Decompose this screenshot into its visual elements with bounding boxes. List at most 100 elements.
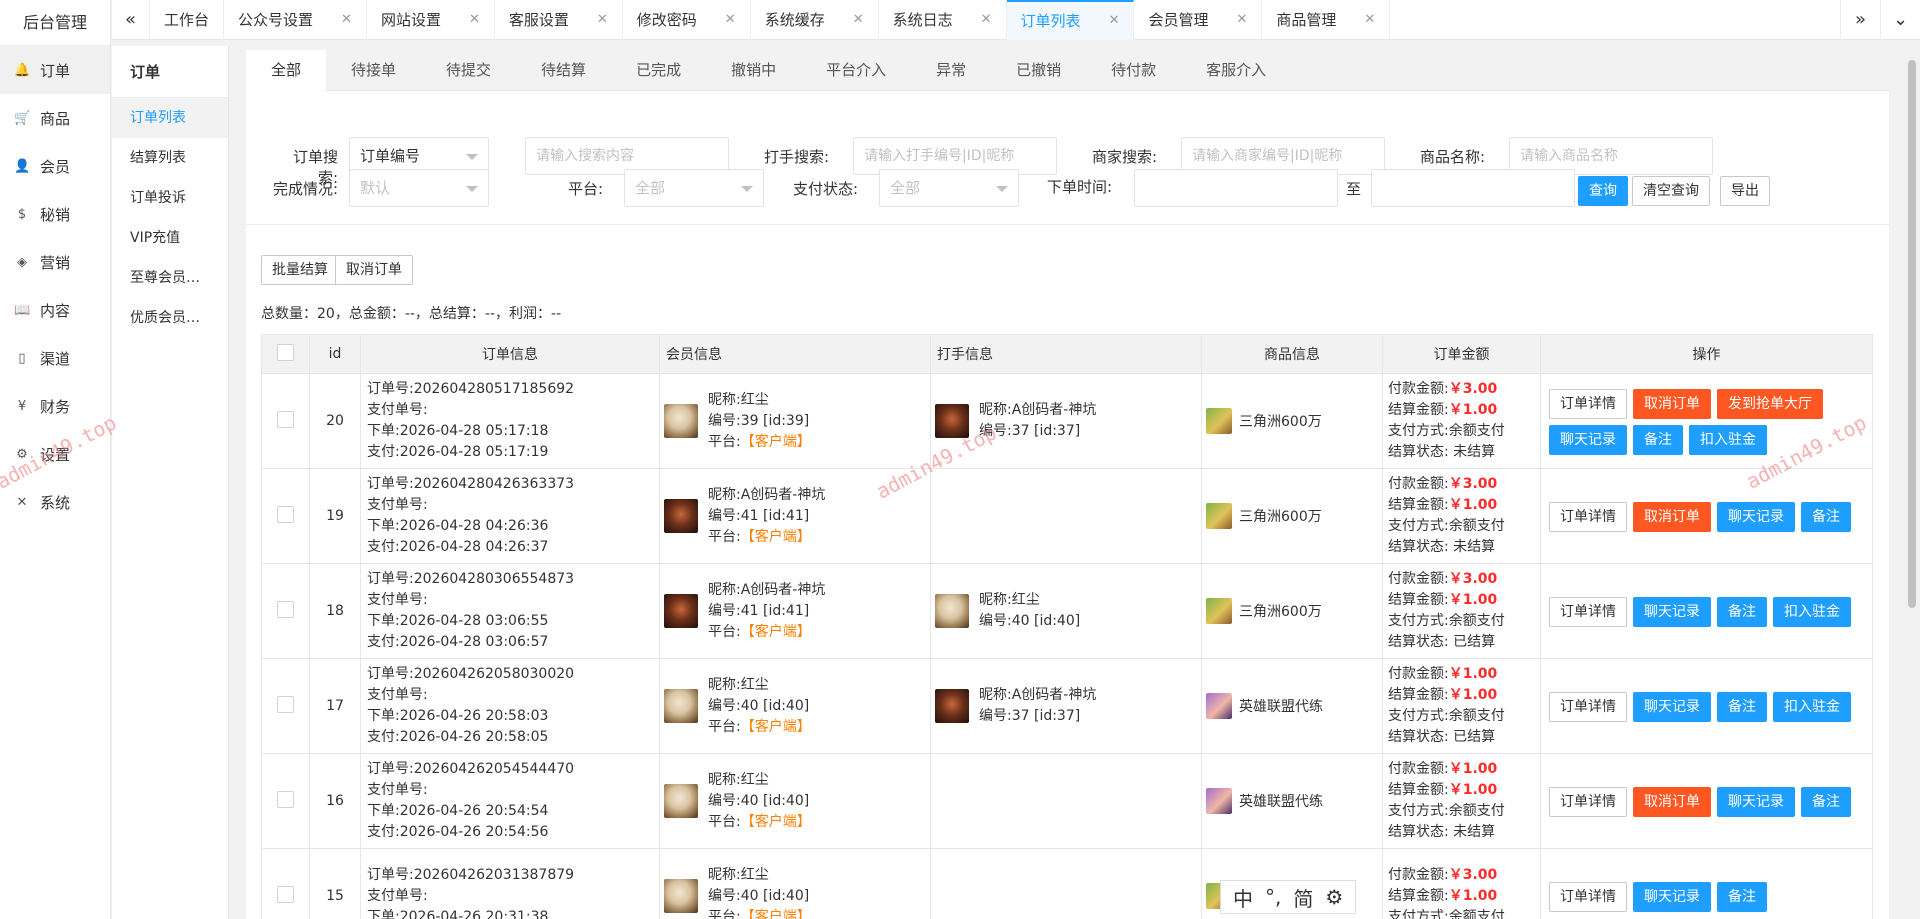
- close-icon[interactable]: ✕: [341, 0, 352, 40]
- tab-2[interactable]: 网站设置 ✕: [367, 0, 495, 40]
- goods-info: 三角洲600万: [1201, 468, 1383, 564]
- page-scrollbar[interactable]: [1908, 60, 1916, 608]
- filter-tab[interactable]: 已撤销: [991, 50, 1086, 91]
- rail-item-4[interactable]: ◈ 营销: [0, 238, 110, 286]
- complete-select[interactable]: 默认: [349, 169, 489, 207]
- row-checkbox[interactable]: [277, 505, 294, 523]
- action-button[interactable]: 聊天记录: [1633, 692, 1711, 722]
- action-button[interactable]: 聊天记录: [1717, 787, 1795, 817]
- action-button[interactable]: 扣入驻金: [1773, 692, 1851, 722]
- action-button[interactable]: 备注: [1801, 787, 1851, 817]
- action-button[interactable]: 订单详情: [1549, 692, 1627, 722]
- action-button[interactable]: 订单详情: [1549, 787, 1627, 817]
- rail-item-5[interactable]: 📖 内容: [0, 286, 110, 334]
- batch-settle-button[interactable]: 批量结算: [261, 255, 339, 285]
- rail-item-3[interactable]: $ 秘销: [0, 190, 110, 238]
- action-button[interactable]: 订单详情: [1549, 502, 1627, 532]
- clear-query-button[interactable]: 清空查询: [1632, 176, 1710, 206]
- rail-item-2[interactable]: 👤 会员: [0, 142, 110, 190]
- submenu-item[interactable]: 结算列表: [112, 138, 228, 178]
- filter-tab[interactable]: 撤销中: [706, 50, 801, 91]
- query-button[interactable]: 查询: [1578, 176, 1628, 206]
- tab-4[interactable]: 修改密码 ✕: [623, 0, 751, 40]
- action-button[interactable]: 备注: [1717, 882, 1767, 912]
- row-checkbox[interactable]: [277, 410, 294, 428]
- action-button[interactable]: 聊天记录: [1549, 425, 1627, 455]
- scroll-right-icon[interactable]: »: [1840, 0, 1880, 40]
- ime-toolbar[interactable]: 中 °, 简 ⚙: [1220, 880, 1357, 914]
- action-button[interactable]: 订单详情: [1549, 389, 1627, 419]
- chevron-down-icon[interactable]: ⌄: [1880, 0, 1920, 40]
- close-icon[interactable]: ✕: [981, 0, 992, 40]
- tab-1[interactable]: 公众号设置 ✕: [224, 0, 367, 40]
- action-button[interactable]: 订单详情: [1549, 882, 1627, 912]
- scroll-left-icon[interactable]: «: [112, 0, 150, 40]
- filter-tab[interactable]: 待付款: [1086, 50, 1181, 91]
- rail-item-label: 秘销: [40, 205, 71, 224]
- submenu-item[interactable]: 订单投诉: [112, 178, 228, 218]
- filter-tab[interactable]: 待接单: [326, 50, 421, 91]
- ime-lang[interactable]: 中: [1233, 883, 1253, 912]
- action-button[interactable]: 订单详情: [1549, 597, 1627, 627]
- ime-punct[interactable]: °,: [1265, 885, 1281, 909]
- action-button[interactable]: 备注: [1633, 425, 1683, 455]
- time-end-input[interactable]: [1371, 169, 1575, 207]
- action-button[interactable]: 备注: [1801, 502, 1851, 532]
- action-button[interactable]: 发到抢单大厅: [1717, 389, 1823, 419]
- platform-select[interactable]: 全部: [624, 169, 764, 207]
- submenu-item[interactable]: VIP充值: [112, 218, 228, 258]
- tab-9[interactable]: 商品管理 ✕: [1262, 0, 1391, 40]
- export-button[interactable]: 导出: [1720, 176, 1770, 206]
- close-icon[interactable]: ✕: [853, 0, 864, 40]
- close-icon[interactable]: ✕: [597, 0, 608, 40]
- action-button[interactable]: 取消订单: [1633, 502, 1711, 532]
- action-button[interactable]: 聊天记录: [1717, 502, 1795, 532]
- rail-item-0[interactable]: 🔔 订单: [0, 46, 110, 94]
- close-icon[interactable]: ✕: [725, 0, 736, 40]
- close-icon[interactable]: ✕: [1109, 1, 1120, 41]
- platform-select-value: 全部: [635, 179, 666, 197]
- action-button[interactable]: 扣入驻金: [1773, 597, 1851, 627]
- filter-tab[interactable]: 平台介入: [801, 50, 911, 91]
- action-button[interactable]: 聊天记录: [1633, 882, 1711, 912]
- select-all-checkbox[interactable]: [277, 343, 294, 361]
- action-button[interactable]: 扣入驻金: [1689, 425, 1767, 455]
- submenu-item[interactable]: 订单列表: [112, 98, 228, 138]
- gear-icon[interactable]: ⚙: [1325, 885, 1343, 909]
- row-checkbox[interactable]: [277, 790, 294, 808]
- rail-item-6[interactable]: ▯ 渠道: [0, 334, 110, 382]
- time-start-input[interactable]: [1134, 169, 1338, 207]
- close-icon[interactable]: ✕: [1364, 0, 1375, 40]
- row-checkbox[interactable]: [277, 885, 294, 903]
- action-button[interactable]: 备注: [1717, 692, 1767, 722]
- action-button[interactable]: 备注: [1717, 597, 1767, 627]
- tab-3[interactable]: 客服设置 ✕: [495, 0, 623, 40]
- tab-7[interactable]: 订单列表 ✕: [1006, 0, 1135, 41]
- row-checkbox[interactable]: [277, 695, 294, 713]
- filter-tab[interactable]: 异常: [911, 50, 991, 91]
- filter-tab[interactable]: 已完成: [611, 50, 706, 91]
- action-button[interactable]: 取消订单: [1633, 787, 1711, 817]
- settle-amount: 结算金额:￥1.00: [1388, 780, 1540, 801]
- filter-tab[interactable]: 待提交: [421, 50, 516, 91]
- filter-tab[interactable]: 客服介入: [1181, 50, 1291, 91]
- worker-num: 编号:40 [id:40]: [979, 613, 1081, 629]
- action-button[interactable]: 取消订单: [1633, 389, 1711, 419]
- ime-mode[interactable]: 简: [1293, 883, 1313, 912]
- page-tabs: 工作台 公众号设置 ✕ 网站设置 ✕ 客服设置 ✕ 修改密码 ✕ 系统缓存 ✕ 系统日志 ✕ 订单列表 ✕ 会…: [150, 0, 1391, 41]
- cancel-order-batch-button[interactable]: 取消订单: [335, 255, 413, 285]
- pay-status-select[interactable]: 全部: [879, 169, 1019, 207]
- submenu-item[interactable]: 至尊会员…: [112, 258, 228, 298]
- action-button[interactable]: 聊天记录: [1633, 597, 1711, 627]
- rail-item-1[interactable]: 🛒 商品: [0, 94, 110, 142]
- close-icon[interactable]: ✕: [1236, 0, 1247, 40]
- filter-tab[interactable]: 全部: [246, 50, 327, 91]
- tab-5[interactable]: 系统缓存 ✕: [751, 0, 879, 40]
- tab-0[interactable]: 工作台: [150, 0, 225, 40]
- submenu-item[interactable]: 优质会员…: [112, 298, 228, 338]
- tab-8[interactable]: 会员管理 ✕: [1134, 0, 1263, 40]
- close-icon[interactable]: ✕: [469, 0, 480, 40]
- row-checkbox[interactable]: [277, 600, 294, 618]
- filter-tab[interactable]: 待结算: [516, 50, 611, 91]
- tab-6[interactable]: 系统日志 ✕: [879, 0, 1007, 40]
